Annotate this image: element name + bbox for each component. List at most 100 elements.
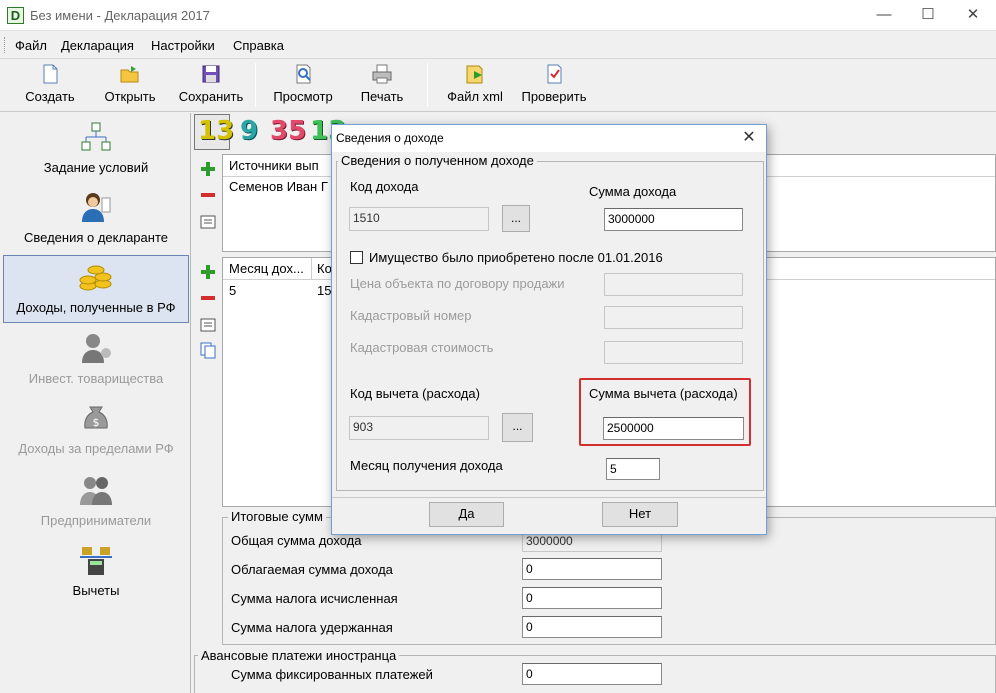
tax-calculated-label: Сумма налога исчисленная [231, 591, 398, 606]
remove-month-icon[interactable] [199, 289, 217, 307]
print-button[interactable]: Печать [352, 63, 412, 109]
property-checkbox[interactable] [350, 251, 363, 264]
ok-button[interactable]: Да [429, 502, 504, 527]
taxable-income-label: Облагаемая сумма дохода [231, 562, 393, 577]
taxable-income-field[interactable]: 0 [522, 558, 662, 580]
menu-bar: Файл Декларация Настройки Справка [0, 31, 996, 59]
column-month[interactable]: Месяц дох... [229, 261, 304, 276]
toolbar-separator [427, 63, 428, 107]
save-label: Сохранить [178, 89, 244, 104]
close-icon[interactable]: ✕ [953, 4, 993, 26]
preview-button[interactable]: Просмотр [268, 63, 338, 109]
sidebar-item-label: Сведения о декларанте [24, 230, 168, 245]
dialog-divider [332, 497, 766, 498]
app-icon: D [7, 7, 24, 24]
menu-file[interactable]: Файл [15, 38, 47, 53]
person-icon [82, 193, 111, 222]
sidebar-item-entrepreneurs[interactable]: Предприниматели [3, 469, 189, 537]
column-divider [311, 258, 312, 279]
deduction-code-select-button[interactable]: ... [502, 413, 533, 442]
dialog-close-icon[interactable]: ✕ [732, 127, 766, 149]
advance-group-title: Авансовые платежи иностранца [198, 648, 400, 663]
sidebar-item-declarant[interactable]: Сведения о декларанте [3, 186, 189, 254]
xml-file-button[interactable]: Файл xml [440, 63, 510, 109]
cadastral-value-label: Кадастровая стоимость [350, 340, 494, 355]
sidebar-item-label: Вычеты [72, 583, 120, 598]
rate-13-label: 13 [198, 116, 235, 146]
sidebar-item-label: Задание условий [43, 160, 149, 175]
add-source-icon[interactable] [199, 160, 217, 178]
sidebar-item-conditions[interactable]: Задание условий [3, 116, 189, 184]
income-amount-field[interactable]: 3000000 [604, 208, 743, 231]
deduction-amount-field[interactable]: 2500000 [603, 417, 744, 440]
title-bar: D Без имени - Декларация 2017 — ☐ ✕ [0, 0, 996, 31]
preview-label: Просмотр [273, 89, 333, 104]
income-code-select-button[interactable]: ... [502, 205, 530, 232]
print-label: Печать [360, 89, 404, 104]
totals-group-title: Итоговые сумм [228, 509, 326, 524]
entrepreneurs-icon [80, 477, 112, 505]
menu-grip [4, 37, 6, 53]
sidebar-item-invest[interactable]: Инвест. товарищества [3, 327, 189, 395]
income-info-group-title: Сведения о полученном доходе [338, 153, 537, 168]
tax-withheld-label: Сумма налога удержанная [231, 620, 393, 635]
minimize-icon[interactable]: — [864, 4, 904, 26]
create-button[interactable]: Создать [20, 63, 80, 109]
rate-tab-9[interactable]: 9 [240, 116, 258, 146]
open-label: Открыть [104, 89, 156, 104]
cell-month: 5 [229, 283, 237, 298]
preview-icon [296, 64, 311, 84]
sidebar-item-income-abroad[interactable]: $ Доходы за пределами РФ [3, 397, 189, 465]
cell-code: 15 [317, 283, 332, 298]
check-document-icon [547, 64, 562, 84]
month-field[interactable]: 5 [606, 458, 660, 480]
calculator-icon [80, 547, 112, 575]
menu-declaration[interactable]: Декларация [61, 38, 134, 53]
edit-month-icon[interactable] [199, 315, 217, 333]
edit-source-icon[interactable] [199, 212, 217, 230]
months-toolbar [194, 257, 222, 507]
fixed-payments-field[interactable]: 0 [522, 663, 662, 685]
income-amount-label: Сумма дохода [589, 184, 677, 199]
cadastral-value-field [604, 341, 743, 364]
sidebar-item-label: Предприниматели [40, 513, 152, 528]
new-document-icon [43, 64, 58, 84]
sale-price-label: Цена объекта по договору продажи [350, 276, 565, 291]
investor-icon [82, 334, 111, 363]
money-bag-icon: $ [84, 406, 108, 429]
sidebar-item-income-rf[interactable]: Доходы, полученные в РФ [3, 255, 189, 323]
coins-icon [79, 265, 112, 291]
rate-tab-13-active[interactable]: 13 [194, 114, 234, 150]
sources-toolbar [194, 154, 222, 252]
cadastral-number-label: Кадастровый номер [350, 308, 472, 323]
svg-text:$: $ [93, 416, 100, 429]
column-code[interactable]: Ко [317, 261, 332, 276]
tax-rate-tabs: 13 9 35 13 [194, 114, 346, 152]
rate-tab-35[interactable]: 35 [270, 116, 306, 146]
income-code-field: 1510 [349, 207, 489, 231]
open-button[interactable]: Открыть [100, 63, 160, 109]
printer-icon [372, 64, 392, 84]
toolbar: Создать Открыть Сохранить Просмотр Печат… [0, 59, 996, 112]
remove-source-icon[interactable] [199, 186, 217, 204]
create-label: Создать [25, 89, 75, 104]
sale-price-field [604, 273, 743, 296]
check-button[interactable]: Проверить [516, 63, 592, 109]
add-month-icon[interactable] [199, 263, 217, 281]
menu-help[interactable]: Справка [233, 38, 284, 53]
save-button[interactable]: Сохранить [174, 63, 248, 109]
menu-settings[interactable]: Настройки [151, 38, 215, 53]
sidebar-item-deductions[interactable]: Вычеты [3, 539, 189, 607]
sidebar: Задание условий Сведения о декларанте До… [3, 113, 191, 693]
tax-calculated-field[interactable]: 0 [522, 587, 662, 609]
sidebar-item-label: Инвест. товарищества [28, 371, 164, 386]
xml-file-label: Файл xml [447, 89, 503, 104]
cancel-button[interactable]: Нет [602, 502, 678, 527]
maximize-icon[interactable]: ☐ [908, 4, 948, 26]
dialog-title: Сведения о доходе [336, 131, 444, 145]
deduction-code-label: Код вычета (расхода) [350, 386, 480, 401]
tax-withheld-field[interactable]: 0 [522, 616, 662, 638]
copy-month-icon[interactable] [199, 341, 217, 359]
xml-export-icon [466, 65, 483, 84]
dialog-title-bar: Сведения о доходе ✕ [332, 125, 766, 152]
